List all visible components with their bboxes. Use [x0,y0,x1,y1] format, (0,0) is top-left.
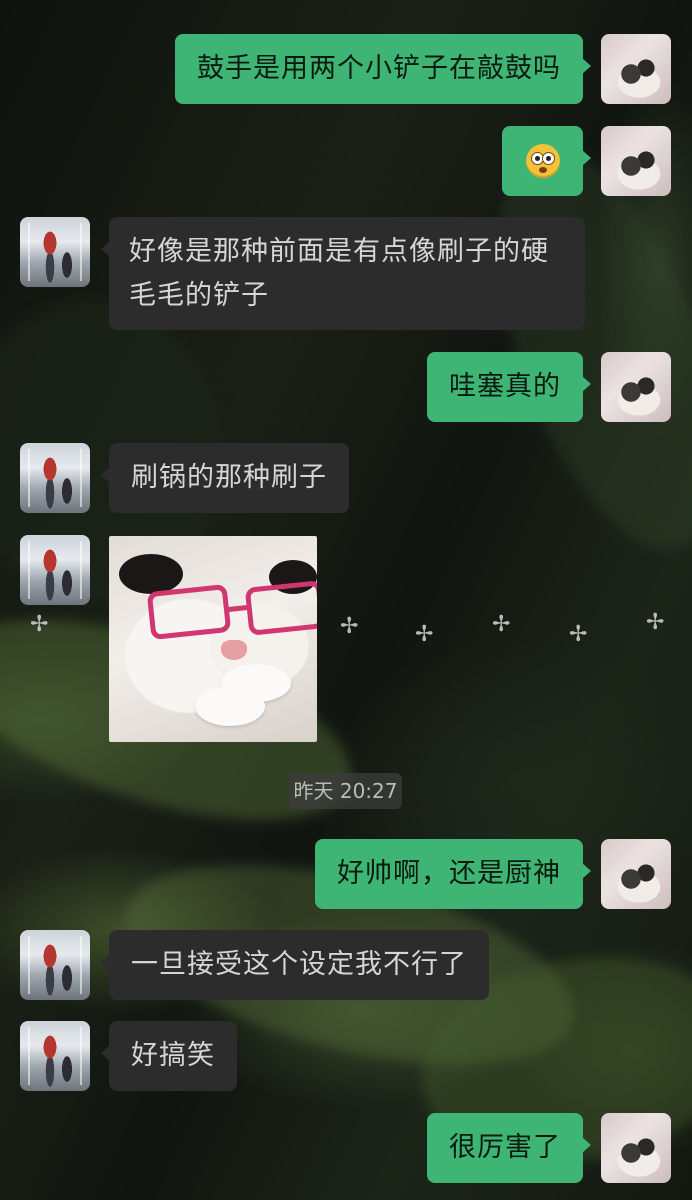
bird-icon: ✢ [492,612,511,637]
bird-icon: ✢ [415,622,434,647]
my-avatar[interactable] [601,34,671,104]
message-bubble[interactable]: 很厉害了 [427,1113,591,1183]
bird-icon: ✢ [646,610,665,635]
friend-avatar[interactable] [20,443,90,513]
friend-avatar[interactable] [20,535,90,605]
my-avatar[interactable] [601,126,671,196]
bird-icon: ✢ [340,614,359,639]
friend-avatar[interactable] [20,930,90,1000]
timestamp: 昨天 20:27 [289,773,402,809]
message-bubble[interactable]: 好搞笑 [101,1021,237,1091]
bird-icon: ✢ [30,612,49,637]
message-bubble[interactable]: 好帅啊，还是厨神 [315,839,591,909]
chat-background: ✢ ✢ ✢ ✢ ✢ ✢ [0,0,692,1200]
message-bubble[interactable]: 刷锅的那种刷子 [101,443,349,513]
message-bubble[interactable]: 好像是那种前面是有点像刷子的硬毛毛的铲子 [101,217,585,330]
cat-with-glasses-sticker[interactable] [109,536,317,742]
friend-avatar[interactable] [20,217,90,287]
emoji-message-bubble[interactable] [502,126,591,196]
bird-icon: ✢ [569,622,588,647]
message-bubble[interactable]: 一旦接受这个设定我不行了 [101,930,489,1000]
message-bubble[interactable]: 鼓手是用两个小铲子在敲鼓吗 [175,34,591,104]
friend-avatar[interactable] [20,1021,90,1091]
message-bubble[interactable]: 哇塞真的 [427,352,591,422]
my-avatar[interactable] [601,1113,671,1183]
my-avatar[interactable] [601,352,671,422]
my-avatar[interactable] [601,839,671,909]
flushed-face-emoji-icon [525,144,560,178]
